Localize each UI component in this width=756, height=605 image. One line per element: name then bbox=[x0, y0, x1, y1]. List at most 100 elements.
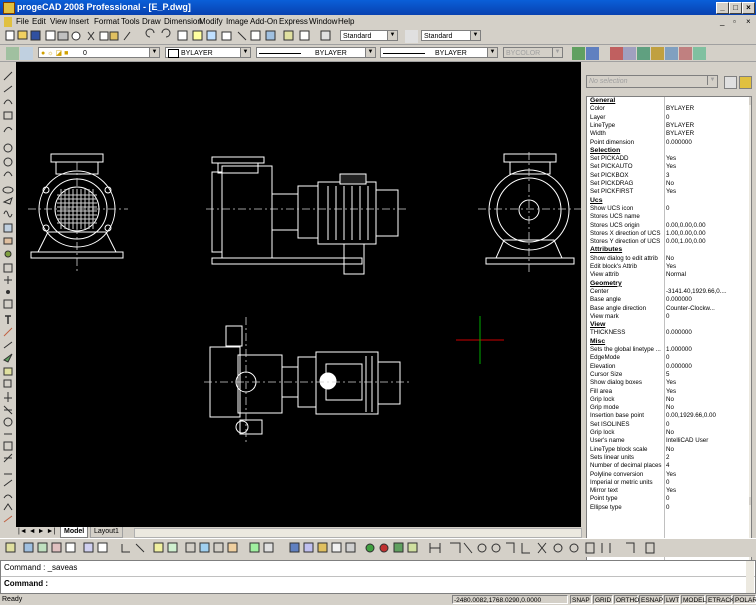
property-row[interactable]: Set PICKBOX 3 bbox=[587, 172, 751, 180]
mdi-restore-button[interactable]: ▫ bbox=[733, 15, 736, 28]
property-value[interactable]: -3141.40,1929.66,0.... bbox=[666, 288, 748, 296]
property-value[interactable]: No bbox=[666, 255, 748, 263]
property-category[interactable]: Selection bbox=[587, 147, 751, 155]
property-value[interactable]: 0 bbox=[666, 114, 748, 122]
menu-modify[interactable]: Modify bbox=[199, 15, 223, 28]
menu-image[interactable]: Image bbox=[226, 15, 248, 28]
property-row[interactable]: Color BYLAYER bbox=[587, 105, 751, 113]
property-row[interactable]: Point dimension 0.000000 bbox=[587, 139, 751, 147]
command-input[interactable] bbox=[53, 578, 733, 590]
property-category[interactable]: View bbox=[587, 321, 751, 329]
property-value[interactable]: Yes bbox=[666, 379, 748, 387]
select-objects-icon[interactable] bbox=[739, 76, 752, 89]
property-value[interactable]: Counter-Clockw... bbox=[666, 305, 748, 313]
doc-icon[interactable] bbox=[4, 17, 12, 27]
property-value[interactable]: 0 bbox=[666, 479, 748, 487]
linetype-select[interactable]: BYLAYER ▼ bbox=[256, 47, 376, 58]
property-value[interactable]: 2 bbox=[666, 454, 748, 462]
property-row[interactable]: Mirror text Yes bbox=[587, 487, 751, 495]
property-row[interactable]: THICKNESS 0.000000 bbox=[587, 329, 751, 337]
menu-file[interactable]: File bbox=[16, 15, 29, 28]
property-value[interactable]: Yes bbox=[666, 471, 748, 479]
esnap-toggle[interactable]: ESNAP bbox=[639, 595, 663, 604]
menu-view[interactable]: View bbox=[50, 15, 67, 28]
property-value[interactable]: Normal bbox=[666, 271, 748, 279]
property-row[interactable]: Set PICKDRAG No bbox=[587, 180, 751, 188]
etrack-toggle[interactable]: ETRACK bbox=[706, 595, 734, 604]
property-row[interactable]: Sets linear units 2 bbox=[587, 454, 751, 462]
property-row[interactable]: Width BYLAYER bbox=[587, 130, 751, 138]
property-value[interactable]: 0.00,1929.66,0.00 bbox=[666, 412, 748, 420]
status-icon[interactable] bbox=[693, 47, 706, 60]
color-select[interactable]: BYLAYER ▼ bbox=[165, 47, 251, 58]
property-value[interactable]: 0 bbox=[666, 495, 748, 503]
property-value[interactable]: Yes bbox=[666, 388, 748, 396]
property-value[interactable]: 0 bbox=[666, 313, 748, 321]
property-row[interactable]: Set PICKADD Yes bbox=[587, 155, 751, 163]
quick-select-icon[interactable] bbox=[724, 76, 737, 89]
menu-draw[interactable]: Draw bbox=[142, 15, 161, 28]
property-category[interactable]: Geometry bbox=[587, 280, 751, 288]
standard-toolbar-icons[interactable] bbox=[0, 28, 340, 44]
coords-readout[interactable]: -2480.0082,1768.0290,0.0000 bbox=[452, 595, 568, 604]
property-category[interactable]: Misc bbox=[587, 338, 751, 346]
menu-express[interactable]: Express bbox=[279, 15, 308, 28]
lineweight-select[interactable]: BYLAYER ▼ bbox=[380, 47, 498, 58]
property-value[interactable]: 0.000000 bbox=[666, 296, 748, 304]
property-value[interactable]: 0 bbox=[666, 504, 748, 512]
property-value[interactable]: BYLAYER bbox=[666, 122, 748, 130]
property-row[interactable]: Stores X direction of UCS 1.00,0.00,0.00 bbox=[587, 230, 751, 238]
polar-toggle[interactable]: POLAR bbox=[733, 595, 756, 604]
massprop-icon[interactable] bbox=[665, 47, 678, 60]
dist-icon[interactable] bbox=[610, 47, 623, 60]
list-icon[interactable] bbox=[637, 47, 650, 60]
menu-edit[interactable]: Edit bbox=[32, 15, 46, 28]
match-prop-icon[interactable] bbox=[572, 47, 585, 60]
property-value[interactable]: 0 bbox=[666, 354, 748, 362]
id-icon[interactable] bbox=[651, 47, 664, 60]
property-row[interactable]: Elevation 0.000000 bbox=[587, 363, 751, 371]
mdi-close-button[interactable]: × bbox=[746, 15, 751, 28]
property-row[interactable]: Point type 0 bbox=[587, 495, 751, 503]
property-row[interactable]: Grip mode No bbox=[587, 404, 751, 412]
property-value[interactable]: Yes bbox=[666, 263, 748, 271]
property-value[interactable]: 0.00,0.00,0.00 bbox=[666, 222, 748, 230]
property-row[interactable]: Center -3141.40,1929.66,0.... bbox=[587, 288, 751, 296]
property-row[interactable]: Show dialog to edit attrib No bbox=[587, 255, 751, 263]
layers-icon[interactable] bbox=[6, 47, 19, 60]
property-value[interactable]: No bbox=[666, 429, 748, 437]
dimstyle-icon[interactable] bbox=[405, 30, 418, 43]
layer-state-icon[interactable] bbox=[20, 47, 33, 60]
property-value[interactable]: 1.000000 bbox=[666, 346, 748, 354]
mdi-minimize-button[interactable]: _ bbox=[720, 15, 724, 28]
dim-style-select[interactable]: Standard ▼ bbox=[421, 30, 481, 41]
property-row[interactable]: Fill area Yes bbox=[587, 388, 751, 396]
property-row[interactable]: LineType block scale No bbox=[587, 446, 751, 454]
property-value[interactable]: No bbox=[666, 180, 748, 188]
property-value[interactable]: No bbox=[666, 404, 748, 412]
menu-addon[interactable]: Add-On bbox=[250, 15, 278, 28]
property-row[interactable]: Stores Y direction of UCS 0.00,1.00,0.00 bbox=[587, 238, 751, 246]
ortho-toggle[interactable]: ORTHO bbox=[614, 595, 639, 604]
drawing-canvas[interactable] bbox=[16, 62, 582, 527]
snap-toggle[interactable]: SNAP bbox=[570, 595, 592, 604]
property-value[interactable]: Yes bbox=[666, 163, 748, 171]
menu-dimension[interactable]: Dimension bbox=[164, 15, 202, 28]
property-row[interactable]: Layer 0 bbox=[587, 114, 751, 122]
property-value[interactable]: 0.00,1.00,0.00 bbox=[666, 238, 748, 246]
property-value[interactable]: 3 bbox=[666, 172, 748, 180]
property-row[interactable]: Ellipse type 0 bbox=[587, 504, 751, 512]
property-value[interactable]: No bbox=[666, 396, 748, 404]
property-value[interactable]: 0 bbox=[666, 205, 748, 213]
maximize-button[interactable]: □ bbox=[729, 2, 742, 14]
property-row[interactable]: Show dialog boxes Yes bbox=[587, 379, 751, 387]
menu-format[interactable]: Format bbox=[94, 15, 119, 28]
property-row[interactable]: Imperial or metric units 0 bbox=[587, 479, 751, 487]
vertical-scrollbar[interactable]: ▲ ▼ bbox=[749, 97, 751, 575]
property-value[interactable]: 0.000000 bbox=[666, 139, 748, 147]
menu-tools[interactable]: Tools bbox=[121, 15, 140, 28]
property-row[interactable]: Stores UCS name bbox=[587, 213, 751, 221]
property-value[interactable]: 1.00,0.00,0.00 bbox=[666, 230, 748, 238]
property-category[interactable]: General bbox=[587, 97, 751, 105]
property-value[interactable]: IntelliCAD User bbox=[666, 437, 748, 445]
